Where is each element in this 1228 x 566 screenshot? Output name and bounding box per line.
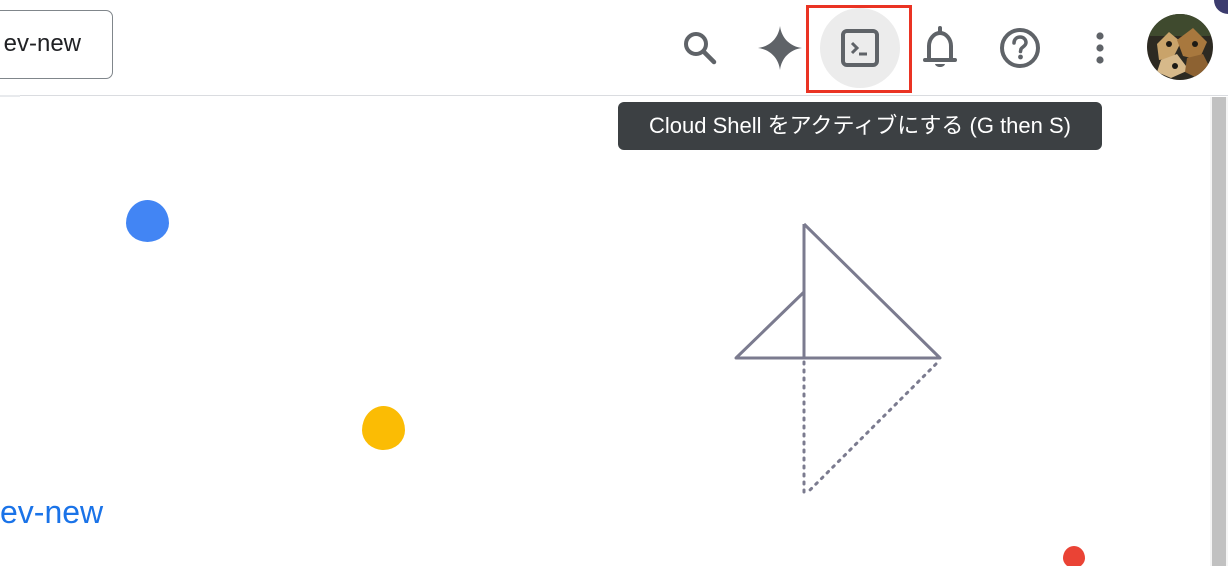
project-picker-button[interactable]: ev-new — [0, 10, 113, 79]
project-picker-label: ev-new — [3, 30, 81, 57]
panel-divider — [0, 95, 20, 97]
console-page: ev-new Cloud Shell をアクティブにする (G then S) … — [0, 0, 1228, 566]
top-app-bar: ev-new — [0, 0, 1228, 96]
bell-icon — [920, 26, 960, 70]
window-corner — [1214, 0, 1228, 14]
gemini-sparkle-icon — [756, 24, 804, 72]
help-icon — [999, 27, 1041, 69]
gemini-button[interactable] — [740, 8, 820, 88]
cloud-shell-tooltip: Cloud Shell をアクティブにする (G then S) — [618, 102, 1102, 150]
decorative-dot-red — [1063, 546, 1085, 566]
search-icon — [680, 28, 720, 68]
cloud-shell-button[interactable] — [820, 8, 900, 88]
project-link[interactable]: ev-new — [0, 490, 103, 534]
terminal-icon — [840, 28, 880, 68]
more-vert-icon — [1094, 30, 1106, 66]
scrollbar-thumb[interactable] — [1212, 97, 1226, 566]
help-button[interactable] — [980, 8, 1060, 88]
notifications-button[interactable] — [900, 8, 980, 88]
more-options-button[interactable] — [1060, 8, 1140, 88]
decorative-dot-yellow — [362, 406, 405, 450]
triangle-illustration — [730, 218, 950, 508]
search-button[interactable] — [660, 8, 740, 88]
decorative-dot-blue — [126, 200, 169, 242]
account-avatar[interactable] — [1147, 14, 1213, 80]
